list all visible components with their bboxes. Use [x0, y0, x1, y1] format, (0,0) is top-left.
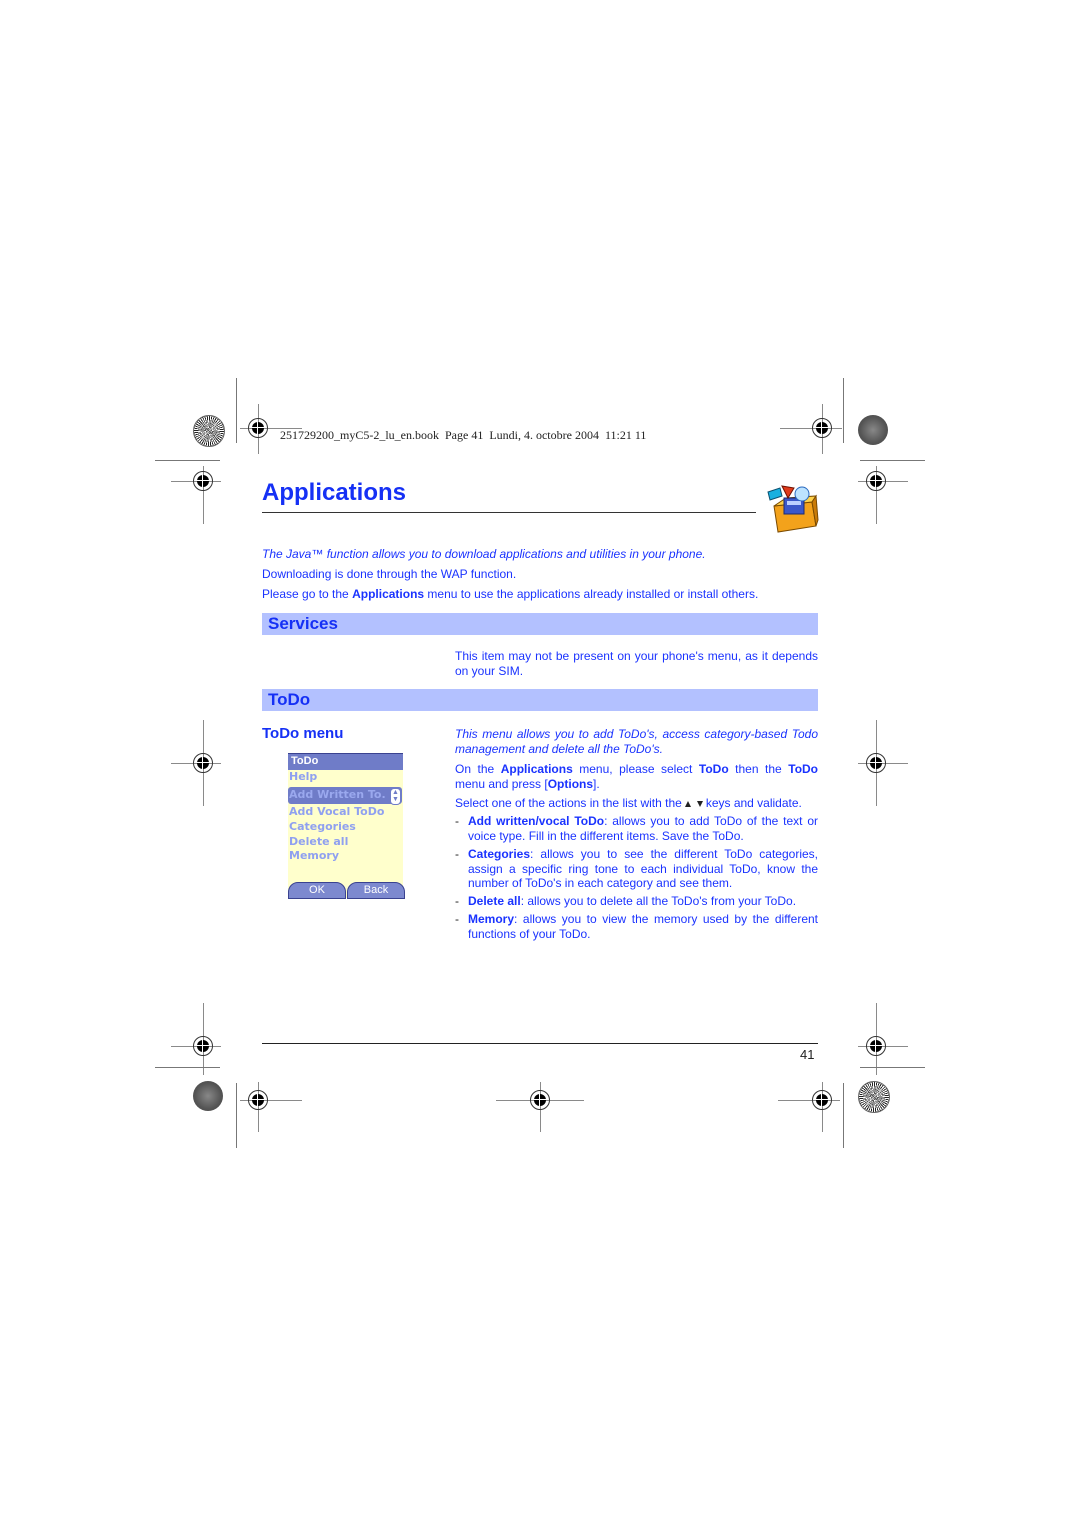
- text-span: Select one of the actions in the list wi…: [455, 796, 682, 810]
- text-span: keys and validate.: [705, 796, 802, 810]
- down-key-icon: [696, 800, 703, 807]
- crop-line: [843, 378, 844, 443]
- bullet-item: - Delete all: allows you to delete all th…: [455, 894, 818, 909]
- todo-instruction-options: On the Applications menu, please select …: [455, 762, 818, 792]
- bullet-dash: -: [455, 814, 459, 828]
- section-heading: ToDo: [268, 690, 311, 709]
- todo-menu-subheading: ToDo menu: [262, 725, 344, 742]
- phone-title-text: ToDo: [291, 755, 319, 767]
- phone-menu-item[interactable]: Memory: [289, 849, 339, 862]
- softkey-back[interactable]: Back: [347, 882, 405, 899]
- phone-menu-item-selected[interactable]: Add Written To. ▲ ▼: [288, 787, 402, 805]
- registration-disc-icon: [858, 415, 888, 445]
- bullet-item: - Add written/vocal ToDo: allows you to a…: [455, 814, 818, 843]
- todo-term: ToDo: [698, 762, 729, 776]
- bullet-term: Add written/vocal ToDo: [468, 814, 605, 828]
- options-term: Options: [547, 777, 594, 791]
- text-span: Please go to the: [262, 587, 353, 601]
- bullet-term: Categories: [468, 847, 531, 861]
- phone-menu-item[interactable]: Add Vocal ToDo: [289, 805, 384, 818]
- phone-screen-title: ToDo: [288, 753, 403, 770]
- bullet-text: : allows you to delete all the ToDo's fr…: [520, 894, 797, 908]
- phone-menu-item[interactable]: Categories: [289, 820, 356, 833]
- bullet-dash: -: [455, 894, 459, 908]
- crop-line: [860, 460, 925, 461]
- text-span: menu, please select: [572, 762, 699, 776]
- bullet-term: Memory: [468, 912, 515, 926]
- bullet-text: : allows you to view the memory used by …: [468, 912, 818, 941]
- section-heading: Services: [268, 614, 338, 633]
- crop-line: [236, 378, 237, 443]
- todo-instruction-select: Select one of the actions in the list wi…: [455, 796, 802, 811]
- crop-line: [155, 1067, 220, 1068]
- page-number: 41: [800, 1047, 815, 1062]
- intro-java-text: The Java™ function allows you to downloa…: [262, 547, 706, 561]
- applications-term: Applications: [500, 762, 573, 776]
- text-span: then the: [728, 762, 789, 776]
- text-span: menu to use the applications already ins…: [424, 587, 759, 601]
- chapter-title: Applications: [262, 479, 407, 506]
- todo-intro-text: This menu allows you to add ToDo's, acce…: [455, 727, 818, 756]
- softkey-ok[interactable]: OK: [288, 882, 346, 899]
- bullet-item: - Categories: allows you to see the diffe…: [455, 847, 818, 891]
- phone-menu-item[interactable]: Delete all: [289, 835, 348, 848]
- crop-line: [236, 1083, 237, 1148]
- phone-menu-item[interactable]: Help: [289, 770, 317, 783]
- services-note: This item may not be present on your pho…: [455, 649, 818, 678]
- todo-term: ToDo: [788, 762, 819, 776]
- crop-line: [843, 1083, 844, 1148]
- text-span: ].: [593, 777, 600, 791]
- phone-menu-item-label: Add Written To.: [289, 788, 386, 801]
- print-header: 251729200_myC5-2_lu_en.book Page 41 Lund…: [280, 428, 647, 442]
- crop-line: [155, 460, 220, 461]
- bullet-dash: -: [455, 912, 459, 926]
- title-rule: [262, 512, 756, 513]
- section-band-todo: ToDo: [262, 689, 818, 711]
- registration-disc-icon: [193, 1081, 223, 1111]
- bullet-term: Delete all: [468, 894, 521, 908]
- text-span: On the: [455, 762, 501, 776]
- crop-line: [860, 1067, 925, 1068]
- applications-box-icon: [766, 484, 820, 534]
- text-span: menu and press [: [455, 777, 548, 791]
- bullet-item: - Memory: allows you to view the memory u…: [455, 912, 818, 941]
- section-band-services: Services: [262, 613, 818, 635]
- registration-star-icon: [193, 415, 225, 447]
- intro-applications-text: Please go to the Applications menu to us…: [262, 587, 758, 602]
- phone-screen: ToDo Help Add Written To. ▲ ▼ Add Vocal T…: [288, 753, 405, 899]
- up-key-icon: [684, 800, 691, 807]
- scroll-arrows-icon: ▲ ▼: [390, 788, 401, 805]
- bullet-dash: -: [455, 847, 459, 861]
- applications-term: Applications: [352, 587, 425, 601]
- intro-wap-text: Downloading is done through the WAP func…: [262, 567, 517, 581]
- footer-rule: [262, 1043, 818, 1044]
- registration-star-icon: [858, 1081, 890, 1113]
